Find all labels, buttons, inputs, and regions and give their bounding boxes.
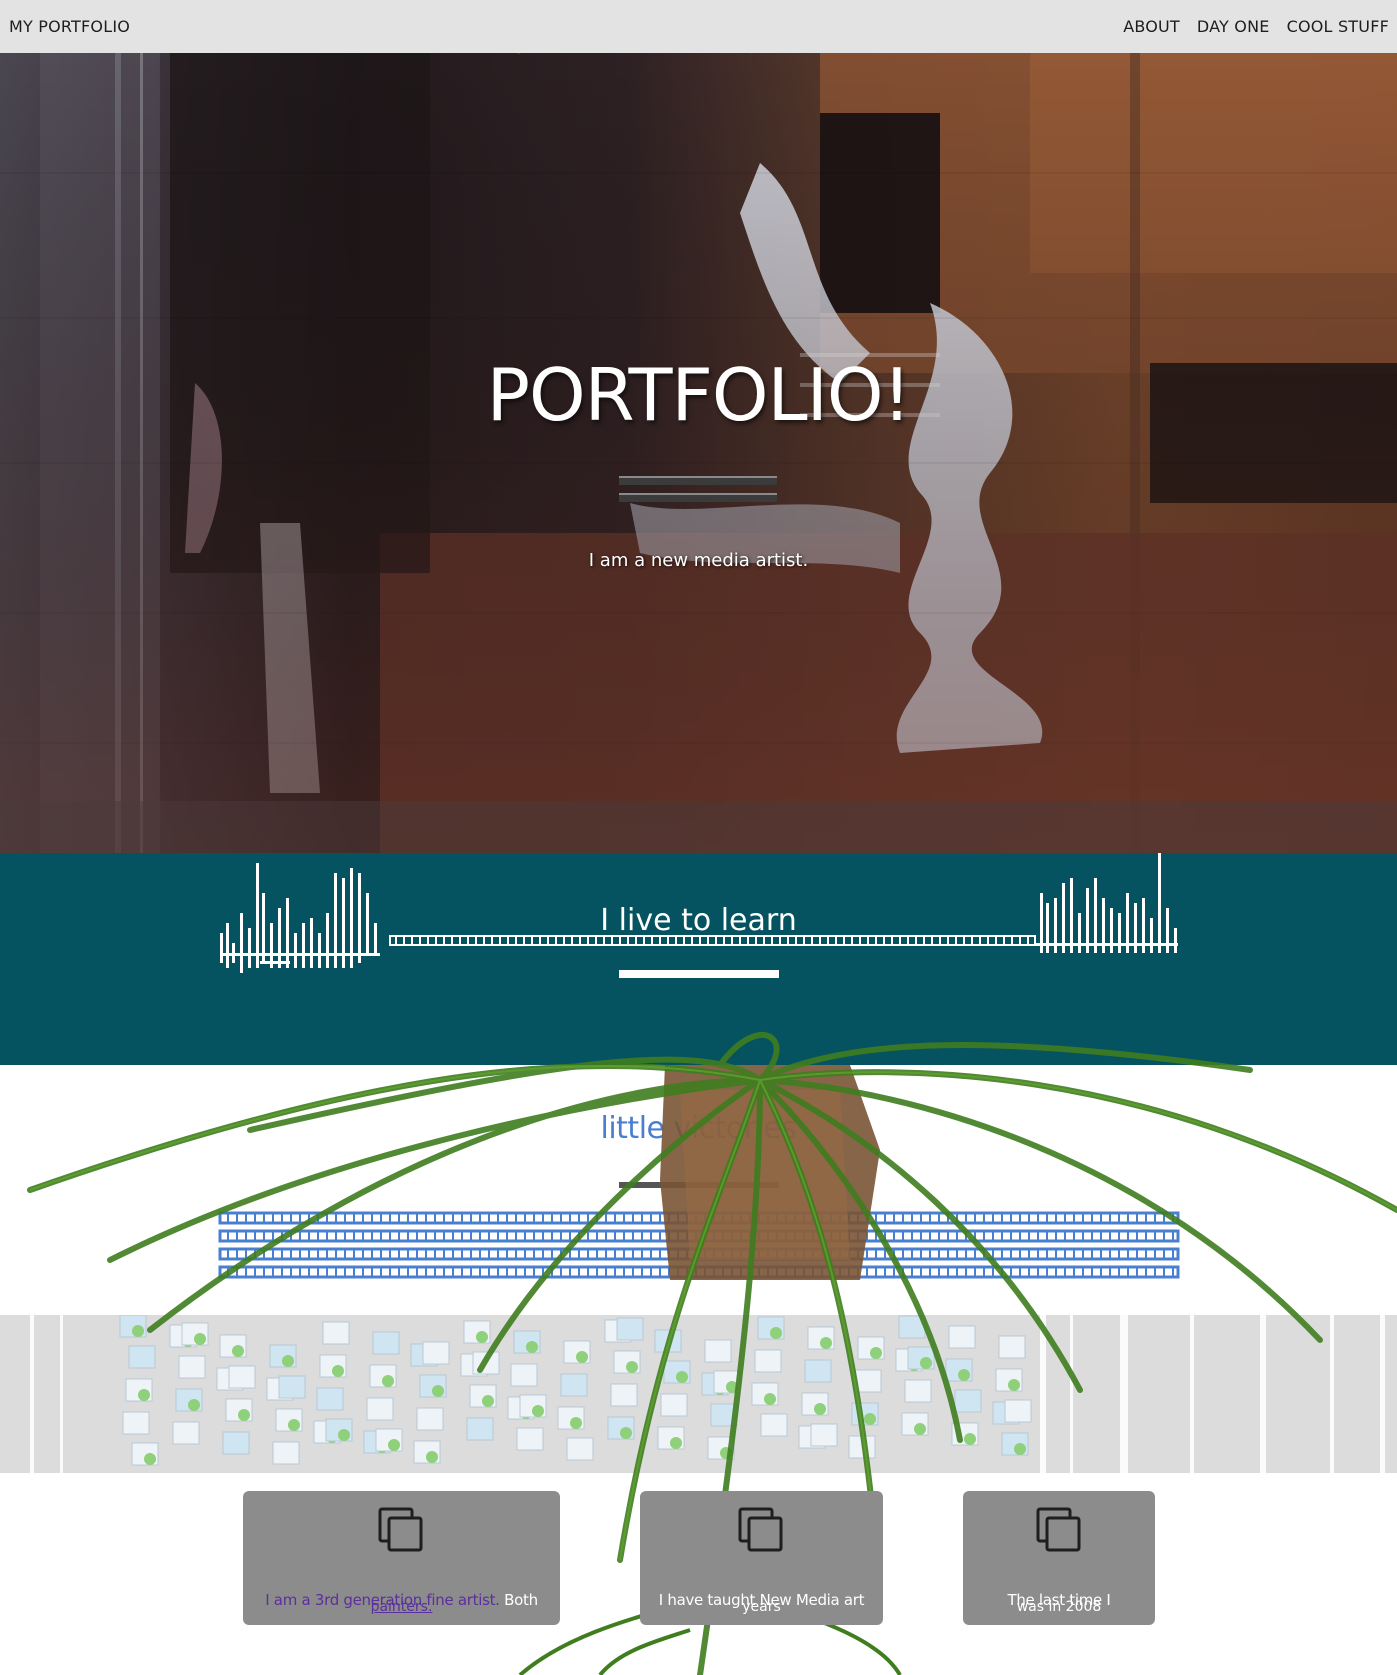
hero-divider-top: [619, 476, 777, 485]
card-last-time-text-line2: was in 2008: [1016, 1599, 1102, 1615]
page: MY PORTFOLIO ABOUT DAY ONE COOL STUFF PO…: [0, 0, 1397, 1675]
nav-links: ABOUT DAY ONE COOL STUFF: [1106, 17, 1389, 36]
copy-icon: [1034, 1505, 1084, 1559]
nav-link-day-one[interactable]: DAY ONE: [1197, 17, 1270, 36]
hero-glitch-background: [0, 53, 1397, 853]
victories-section: little victories: [0, 1065, 1397, 1315]
learn-section: I live to learn: [0, 853, 1397, 1065]
brand-link[interactable]: MY PORTFOLIO: [9, 17, 130, 36]
card-last-time[interactable]: The last time I was in 2008: [963, 1491, 1155, 1625]
broken-image-pattern: [0, 1315, 1397, 1473]
hero-subtitle: I am a new media artist.: [588, 550, 809, 571]
navbar: MY PORTFOLIO ABOUT DAY ONE COOL STUFF: [0, 0, 1397, 53]
card-family[interactable]: I am a 3rd generation fine artist. Both …: [243, 1491, 560, 1625]
hero-title: PORTFOLIO!: [486, 353, 912, 437]
card-teaching-text-line2: years: [742, 1599, 781, 1615]
card-teaching[interactable]: I have taught New Media art years: [640, 1491, 883, 1625]
hero-divider-bottom: [619, 493, 777, 502]
glitch-image-band: [0, 1315, 1397, 1473]
nav-link-cool-stuff[interactable]: COOL STUFF: [1287, 17, 1389, 36]
learn-glyph-decoration: [220, 853, 1178, 973]
card-family-text-line2: painters.: [243, 1599, 560, 1615]
hero-section: PORTFOLIO! I am a new media artist.: [0, 53, 1397, 853]
painters-link[interactable]: painters.: [371, 1599, 433, 1615]
nav-link-about[interactable]: ABOUT: [1123, 17, 1180, 36]
copy-icon: [376, 1505, 426, 1559]
victories-progress-bars: [218, 1211, 1180, 1279]
copy-icon: [736, 1505, 786, 1559]
